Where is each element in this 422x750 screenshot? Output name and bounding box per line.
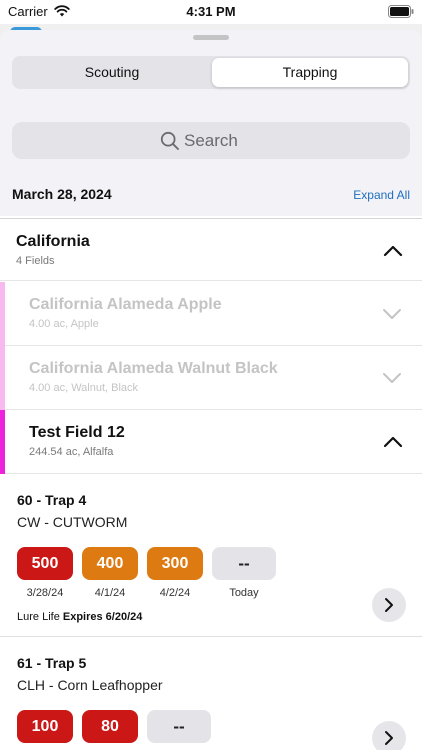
field-color-stripe	[0, 282, 5, 346]
trap-detail-button[interactable]	[372, 721, 406, 750]
trap-card: 61 - Trap 5 CLH - Corn Leafhopper 100 80…	[0, 638, 422, 750]
chevron-up-icon	[383, 436, 403, 448]
chevron-right-icon	[385, 598, 393, 612]
trap-count-badge[interactable]: 300	[147, 547, 203, 580]
chevron-down-icon	[383, 373, 401, 383]
trapping-sheet: Scouting Trapping Search March 28, 2024 …	[0, 30, 422, 750]
trap-title: 61 - Trap 5	[17, 655, 87, 671]
lure-life-label: Lure Life	[17, 611, 60, 623]
field-row-expanded[interactable]: Test Field 12 244.54 ac, Alfalfa	[0, 410, 422, 474]
sheet-header: Scouting Trapping Search March 28, 2024 …	[0, 30, 422, 216]
sheet-grabber[interactable]	[193, 35, 229, 40]
field-title: California Alameda Apple	[29, 296, 222, 313]
battery-icon	[388, 5, 414, 18]
chevron-right-icon	[385, 731, 393, 745]
field-row[interactable]: California Alameda Walnut Black 4.00 ac,…	[0, 346, 422, 410]
trap-count-badge-empty[interactable]: --	[147, 710, 211, 743]
count-date: 4/2/24	[159, 587, 191, 599]
search-input[interactable]: Search	[12, 122, 410, 159]
tab-scouting[interactable]: Scouting	[14, 58, 210, 87]
count-date: 4/1/24	[94, 587, 126, 599]
tab-trapping[interactable]: Trapping	[212, 58, 408, 87]
field-row[interactable]: California Alameda Apple 4.00 ac, Apple	[0, 282, 422, 346]
chevron-down-icon	[383, 309, 401, 319]
chevron-up-icon	[383, 245, 403, 257]
group-field-count: 4 Fields	[16, 255, 55, 267]
field-title: Test Field 12	[29, 424, 125, 441]
field-subtitle: 4.00 ac, Apple	[29, 318, 99, 330]
trap-card: 60 - Trap 4 CW - CUTWORM 500 400 300 -- …	[0, 475, 422, 637]
field-title: California Alameda Walnut Black	[29, 360, 278, 377]
trap-count-badge[interactable]: 80	[82, 710, 138, 743]
date-header: March 28, 2024	[12, 186, 112, 202]
trap-count-badge-empty[interactable]: --	[212, 547, 276, 580]
group-title: California	[16, 233, 90, 250]
count-date: Today	[229, 587, 259, 599]
lure-life-value: Expires 6/20/24	[62, 611, 143, 623]
field-color-stripe	[0, 346, 5, 410]
field-subtitle: 244.54 ac, Alfalfa	[29, 446, 114, 458]
trap-count-badge[interactable]: 100	[17, 710, 73, 743]
trap-divider	[0, 636, 422, 637]
lure-life: Lure Life Expires 6/20/24	[17, 611, 142, 623]
trap-title: 60 - Trap 4	[17, 492, 87, 508]
search-icon	[160, 131, 179, 150]
field-color-stripe	[0, 410, 5, 474]
search-placeholder: Search	[184, 131, 238, 150]
mode-segmented-control: Scouting Trapping	[12, 56, 410, 89]
group-header-california[interactable]: California 4 Fields	[0, 218, 422, 281]
trap-pest: CLH - Corn Leafhopper	[17, 677, 163, 693]
trap-count-badge[interactable]: 500	[17, 547, 73, 580]
field-subtitle: 4.00 ac, Walnut, Black	[29, 382, 139, 394]
status-time: 4:31 PM	[186, 4, 236, 19]
trap-pest: CW - CUTWORM	[17, 514, 128, 530]
trap-detail-button[interactable]	[372, 588, 406, 622]
trap-count-badge[interactable]: 400	[82, 547, 138, 580]
expand-all-button[interactable]: Expand All	[353, 188, 410, 202]
status-bar: Carrier 4:31 PM	[0, 0, 422, 24]
count-date: 3/28/24	[26, 587, 64, 599]
